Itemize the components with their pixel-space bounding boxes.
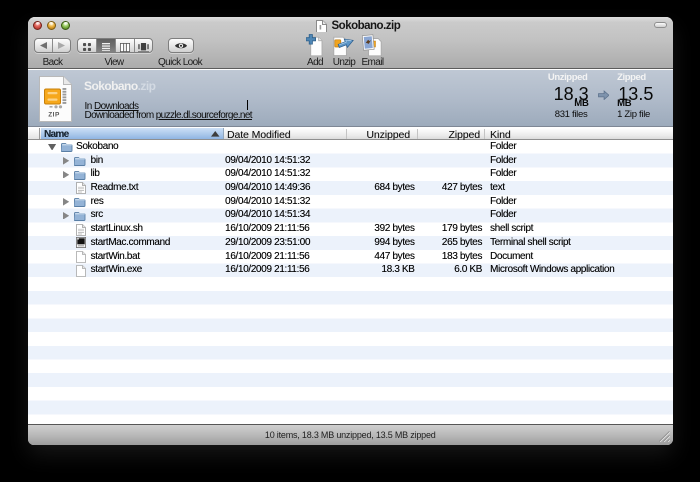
svg-text:ZIP: ZIP	[48, 111, 60, 118]
